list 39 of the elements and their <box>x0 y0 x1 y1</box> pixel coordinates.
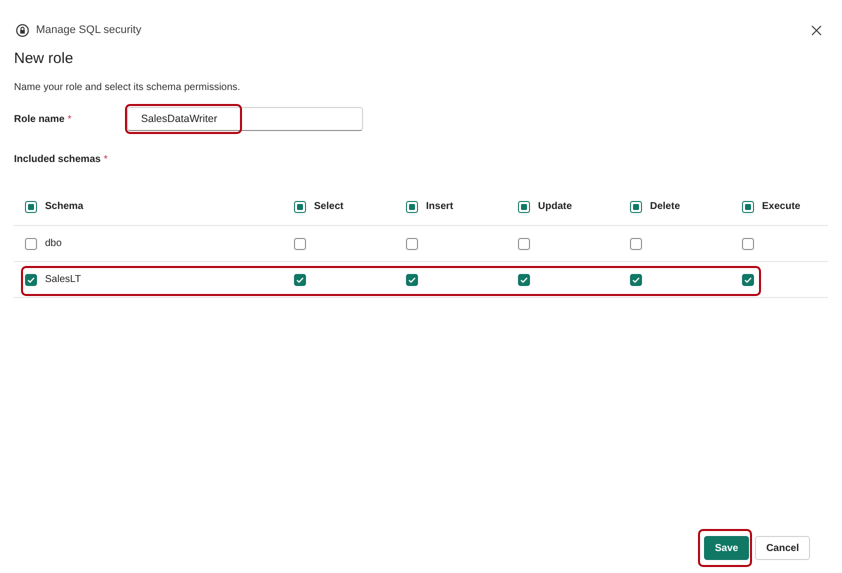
checkbox[interactable] <box>294 200 306 212</box>
checkbox[interactable] <box>25 200 37 212</box>
required-mark: * <box>68 114 72 124</box>
checkbox[interactable] <box>294 274 306 286</box>
checkbox[interactable] <box>742 274 754 286</box>
checkbox[interactable] <box>518 200 530 212</box>
window-title: Manage SQL security <box>36 24 142 36</box>
column-header: Insert <box>426 201 454 212</box>
column-header: Update <box>538 201 572 212</box>
section-label: Included schemas <box>14 154 101 165</box>
role-name-field[interactable]: SalesDataWriter <box>127 107 363 131</box>
checkbox[interactable] <box>518 274 530 286</box>
dialog-heading: New role <box>14 50 74 67</box>
checkbox[interactable] <box>742 238 754 250</box>
highlight-box <box>698 529 752 567</box>
lock-icon <box>16 24 29 36</box>
checkbox[interactable] <box>406 274 418 286</box>
checkbox[interactable] <box>630 238 642 250</box>
checkbox[interactable] <box>25 274 37 286</box>
checkbox[interactable] <box>406 238 418 250</box>
column-header: Execute <box>762 201 800 212</box>
checkbox[interactable] <box>630 274 642 286</box>
checkbox[interactable] <box>406 200 418 212</box>
dialog-button[interactable]: Cancel <box>755 536 810 560</box>
column-header: Delete <box>650 201 680 212</box>
required-mark: * <box>104 154 108 165</box>
dialog-button[interactable]: Save <box>704 536 750 560</box>
close-icon[interactable] <box>811 24 822 36</box>
column-header: Schema <box>45 201 84 212</box>
column-header: Select <box>314 201 344 212</box>
checkbox[interactable] <box>25 238 37 250</box>
checkbox[interactable] <box>294 238 306 250</box>
schema-name: SalesLT <box>45 274 81 285</box>
checkbox[interactable] <box>518 238 530 250</box>
schema-name: dbo <box>45 238 62 249</box>
description-text: Name your role and select its schema permissions. <box>14 82 242 93</box>
checkbox[interactable] <box>742 200 754 212</box>
field-label: Role name <box>14 114 65 124</box>
checkbox[interactable] <box>630 200 642 212</box>
